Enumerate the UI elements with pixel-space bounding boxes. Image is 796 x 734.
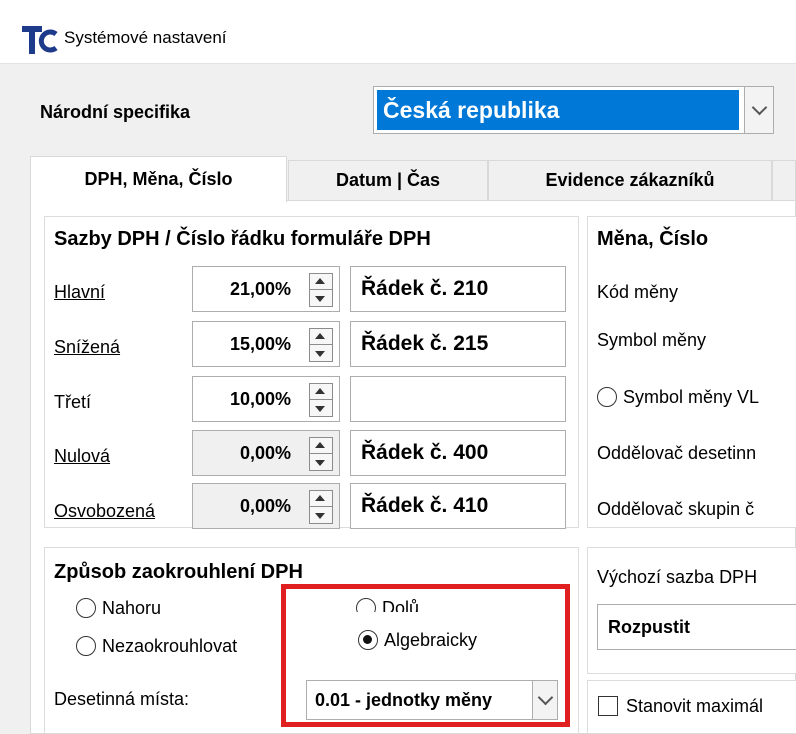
group-separator-label: Oddělovač skupin č [597,499,755,519]
vat-row-label: Snížená [54,337,121,357]
vat-rates-group [44,216,579,528]
tab-label: DPH, Měna, Číslo [84,169,233,189]
vat-row-label: Nulová [54,446,111,466]
default-vat-combo[interactable]: Rozpustit [597,604,796,650]
national-combo-button[interactable] [744,87,773,133]
vat-row-label: Osvobozená [54,501,156,521]
spin-arrows-icon[interactable] [309,490,333,524]
default-vat-label: Výchozí sazba DPH [597,567,758,587]
rounding-title: Způsob zaokrouhlení DPH [54,561,303,583]
radio-none-label: Nezaokrouhlovat [102,636,238,656]
radio-up[interactable] [76,598,96,618]
vat-line-field[interactable]: Řádek č. 400 [350,430,566,476]
decimal-separator-label: Oddělovač desetinn [597,443,757,463]
spin-arrows-icon[interactable] [309,273,333,307]
vat-row-label: Hlavní [54,282,106,302]
tab-dph-mena-cislo[interactable]: DPH, Měna, Číslo [30,156,287,202]
spin-arrows-icon[interactable] [309,437,333,471]
vat-row-label: Třetí [54,392,92,412]
chevron-down-icon [751,99,767,116]
tab-label: Evidence zákazníků [545,170,715,190]
vat-line-field[interactable]: Řádek č. 210 [350,266,566,312]
currency-title: Měna, Číslo [597,228,709,250]
national-combo-value: Česká republika [377,90,739,130]
vat-rates-title: Sazby DPH / Číslo řádku formuláře DPH [54,228,431,250]
national-label: Národní specifika [40,102,191,122]
vat-rate-value: 10,00% [229,388,291,409]
default-vat-value: Rozpustit [608,616,690,637]
national-combo[interactable]: Česká republika [373,86,774,134]
title-bar: Systémové nastavení [0,0,796,64]
vat-rate-spinner[interactable]: 0,00% [192,430,340,476]
currency-group [587,216,796,528]
max-checkbox-label: Stanovit maximál [626,696,764,716]
window-title: Systémové nastavení [64,28,227,47]
vat-rate-spinner[interactable]: 15,00% [192,321,340,367]
vat-rate-spinner[interactable]: 21,00% [192,266,340,312]
vat-rate-value: 21,00% [229,278,291,299]
vat-rate-value: 15,00% [229,333,291,354]
max-checkbox[interactable] [598,696,618,716]
tab-label: Datum | Čas [335,170,441,190]
highlight-annotation [281,584,570,727]
radio-up-label: Nahoru [102,598,162,618]
decimals-label: Desetinná místa: [54,689,190,709]
vat-line-field[interactable]: Řádek č. 410 [350,483,566,529]
vat-rate-spinner[interactable]: 0,00% [192,483,340,529]
spin-arrows-icon[interactable] [309,328,333,362]
radio-symbol-vl[interactable] [597,387,617,407]
vat-rate-value: 0,00% [239,442,291,463]
app-logo-icon [22,26,58,54]
vat-rate-value: 0,00% [239,495,291,516]
radio-none[interactable] [76,636,96,656]
vat-line-field[interactable]: Řádek č. 215 [350,321,566,367]
currency-code-label: Kód měny [597,282,679,302]
radio-symbol-vl-label: Symbol měny VL [623,387,760,407]
spin-arrows-icon[interactable] [309,383,333,417]
tab-partial[interactable] [772,160,796,200]
currency-symbol-label: Symbol měny [597,330,707,350]
tab-evidence-zakazniku[interactable]: Evidence zákazníků [488,160,772,200]
vat-line-field[interactable] [350,376,566,422]
tab-datum-cas[interactable]: Datum | Čas [288,160,488,200]
vat-rate-spinner[interactable]: 10,00% [192,376,340,422]
